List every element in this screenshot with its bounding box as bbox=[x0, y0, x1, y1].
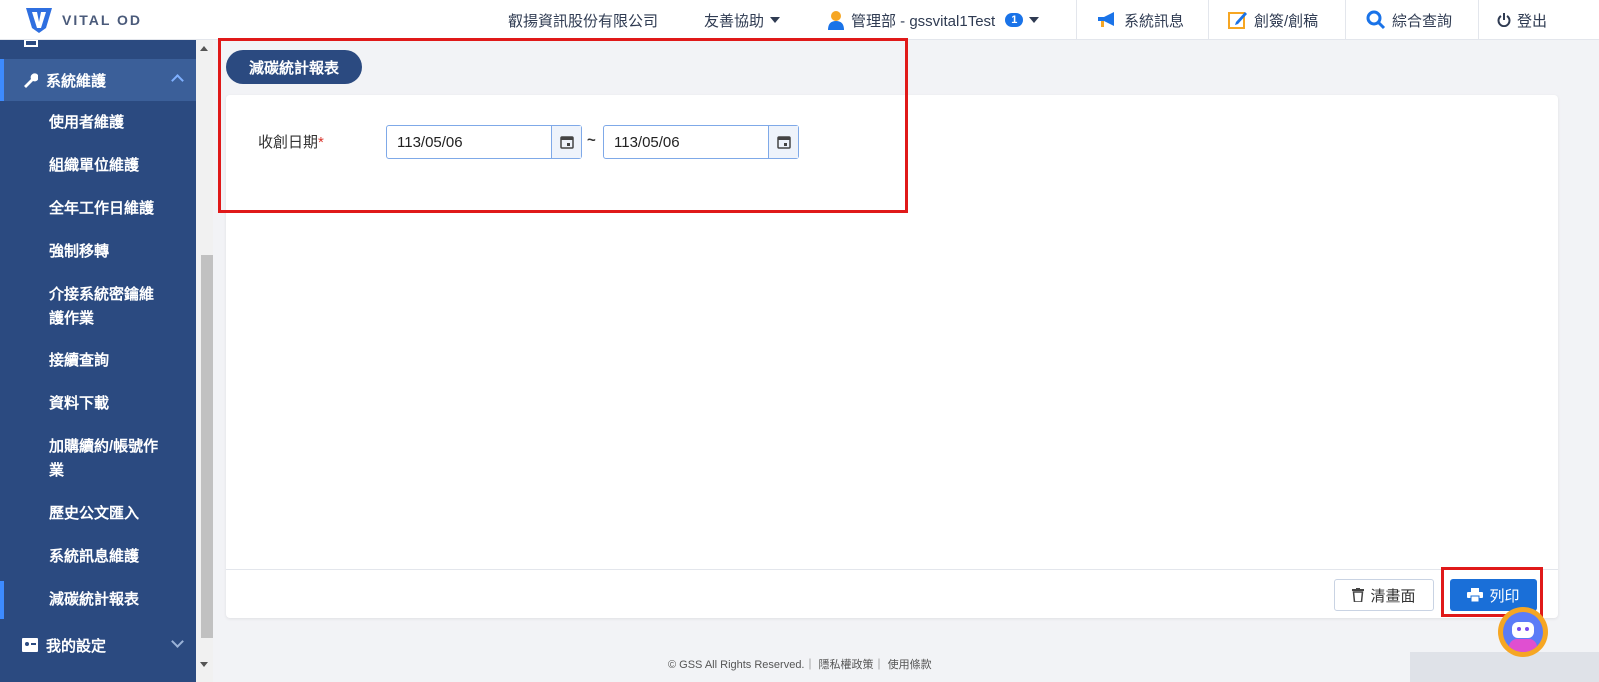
sidebar-item-label: 業 bbox=[49, 459, 196, 483]
sidebar: 系統維護 使用者維護 組織單位維護 全年工作日維護 強制移轉 介接系統密鑰維 護… bbox=[0, 40, 196, 682]
sidebar-item-history-import[interactable]: 歷史公文匯入 bbox=[0, 502, 196, 526]
sidebar-group-settings[interactable]: 我的設定 bbox=[0, 624, 196, 666]
top-header: VITAL OD 叡揚資訊股份有限公司 友善協助 管理部 - gssvital1… bbox=[0, 0, 1599, 40]
sidebar-item-partial[interactable] bbox=[0, 40, 196, 50]
annotation-highlight-form bbox=[218, 38, 908, 213]
power-icon bbox=[1497, 13, 1511, 27]
user-label: 管理部 - gssvital1Test bbox=[851, 10, 995, 31]
bot-body bbox=[1509, 639, 1537, 652]
logout-label: 登出 bbox=[1517, 10, 1547, 31]
header-divider bbox=[1076, 0, 1077, 40]
user-icon bbox=[827, 10, 845, 30]
sidebar-group-system[interactable]: 系統維護 bbox=[0, 59, 196, 101]
megaphone-icon bbox=[1096, 11, 1118, 29]
messages-label: 系統訊息 bbox=[1124, 10, 1184, 31]
sidebar-item-system-messages[interactable]: 系統訊息維護 bbox=[0, 545, 196, 569]
help-menu[interactable]: 友善協助 bbox=[704, 0, 780, 40]
logo-icon bbox=[24, 6, 54, 34]
logo-text: VITAL OD bbox=[62, 12, 142, 28]
user-menu[interactable]: 管理部 - gssvital1Test 1 bbox=[827, 0, 1039, 40]
sidebar-item-carbon-report[interactable]: 減碳統計報表 bbox=[0, 581, 196, 619]
bot-eye bbox=[1517, 627, 1521, 631]
sidebar-item-label: 護作業 bbox=[49, 307, 196, 331]
company-label: 叡揚資訊股份有限公司 bbox=[508, 10, 658, 31]
bot-head bbox=[1512, 622, 1534, 638]
messages-button[interactable]: 系統訊息 bbox=[1096, 0, 1184, 40]
sidebar-group-label: 系統維護 bbox=[46, 70, 106, 91]
sidebar-item-label: 加購續約/帳號作 bbox=[49, 435, 196, 459]
wrench-icon bbox=[22, 72, 38, 88]
sidebar-item-force-transfer[interactable]: 強制移轉 bbox=[0, 240, 196, 264]
help-label: 友善協助 bbox=[704, 10, 764, 31]
chevron-up-icon bbox=[171, 74, 184, 87]
trash-icon bbox=[1352, 588, 1364, 602]
chatbot-icon bbox=[1503, 612, 1543, 652]
scrollbar-thumb[interactable] bbox=[201, 255, 213, 638]
search-button[interactable]: 綜合查詢 bbox=[1366, 0, 1452, 40]
scroll-up-arrow-icon[interactable] bbox=[200, 46, 208, 51]
chevron-down-icon bbox=[1029, 17, 1039, 23]
id-card-icon bbox=[22, 638, 38, 652]
logout-button[interactable]: 登出 bbox=[1497, 0, 1547, 40]
sidebar-item-workdays[interactable]: 全年工作日維護 bbox=[0, 197, 196, 221]
bot-eye bbox=[1525, 627, 1529, 631]
footer-panel bbox=[1410, 652, 1599, 682]
sidebar-item-data-download[interactable]: 資料下載 bbox=[0, 392, 196, 416]
document-icon bbox=[24, 40, 38, 48]
clear-button[interactable]: 清畫面 bbox=[1334, 579, 1434, 611]
search-icon bbox=[1366, 10, 1386, 30]
sidebar-group-label: 我的設定 bbox=[46, 635, 106, 656]
card-footer-divider bbox=[226, 569, 1558, 570]
draft-label: 創簽/創稿 bbox=[1254, 10, 1318, 31]
chevron-down-icon bbox=[171, 635, 184, 648]
chevron-down-icon bbox=[770, 17, 780, 23]
clear-button-label: 清畫面 bbox=[1370, 585, 1415, 606]
sidebar-item-api-keys[interactable]: 介接系統密鑰維 護作業 bbox=[0, 283, 196, 331]
search-label: 綜合查詢 bbox=[1392, 10, 1452, 31]
header-divider bbox=[1208, 0, 1209, 40]
page-footer: © GSS All Rights Reserved.｜ 隱私權政策｜ 使用條款 bbox=[668, 656, 932, 672]
edit-icon bbox=[1228, 10, 1248, 30]
chatbot-button[interactable] bbox=[1498, 607, 1548, 657]
company-name: 叡揚資訊股份有限公司 bbox=[508, 0, 658, 40]
app-logo[interactable]: VITAL OD bbox=[24, 6, 142, 34]
draft-button[interactable]: 創簽/創稿 bbox=[1228, 0, 1318, 40]
sidebar-item-users[interactable]: 使用者維護 bbox=[0, 111, 196, 135]
sidebar-item-org-units[interactable]: 組織單位維護 bbox=[0, 154, 196, 178]
sidebar-item-renewal[interactable]: 加購續約/帳號作 業 bbox=[0, 435, 196, 483]
sidebar-item-label: 介接系統密鑰維 bbox=[49, 283, 196, 307]
header-divider bbox=[1478, 0, 1479, 40]
sidebar-item-continue-query[interactable]: 接續查詢 bbox=[0, 349, 196, 373]
scroll-down-arrow-icon[interactable] bbox=[200, 662, 208, 667]
notification-badge: 1 bbox=[1005, 13, 1023, 27]
header-divider bbox=[1345, 0, 1346, 40]
